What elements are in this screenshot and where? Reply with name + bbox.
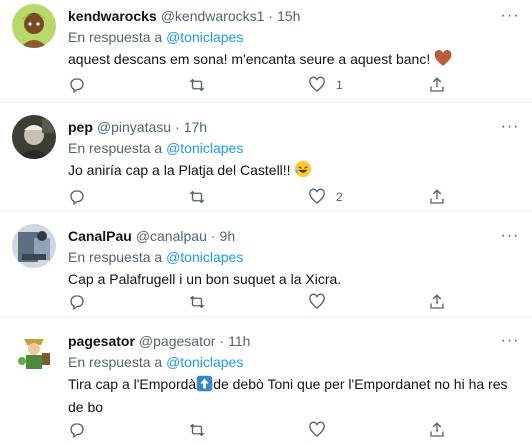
tweet-text-before: Tira cap a l'Empordà	[68, 376, 197, 392]
heart-icon	[309, 293, 325, 309]
tweet-text: Cap a Palafrugell i un bon suquet a la X…	[68, 269, 516, 289]
like-count: 1	[336, 78, 343, 92]
tweet-text: aquest descans em sona! m'encanta seure …	[68, 49, 516, 72]
reply-tweet[interactable]: pagesator @pagesator · 11h ··· En respue…	[0, 317, 532, 444]
timestamp[interactable]: 15h	[277, 7, 300, 25]
timestamp[interactable]: 17h	[184, 118, 207, 136]
separator-dot: ·	[210, 228, 216, 244]
more-options-icon[interactable]: ···	[500, 118, 520, 136]
tweet-text-content: aquest descans em sona! m'encanta seure …	[68, 51, 431, 67]
reply-tweet[interactable]: kendwarocks @kendwarocks1 · 15h ··· En r…	[0, 0, 532, 103]
reply-prefix: En respuesta a	[68, 29, 163, 45]
reply-button[interactable]	[68, 76, 148, 94]
retweet-button[interactable]	[188, 188, 268, 206]
tweet-text-content: Cap a Palafrugell i un bon suquet a la X…	[68, 271, 342, 287]
share-icon	[430, 422, 444, 437]
tweet-actions	[68, 421, 448, 439]
more-options-icon[interactable]: ···	[500, 332, 520, 350]
share-icon	[430, 294, 444, 309]
retweet-icon	[189, 295, 205, 309]
share-icon	[430, 189, 444, 204]
author-name[interactable]: pep	[68, 118, 93, 136]
reply-button[interactable]	[68, 293, 148, 311]
reply-prefix: En respuesta a	[68, 140, 163, 156]
timestamp[interactable]: 11h	[228, 332, 250, 350]
heart-icon	[309, 188, 325, 204]
more-options-icon[interactable]: ···	[500, 7, 520, 25]
separator-dot: ·	[268, 8, 274, 24]
like-count: 2	[336, 190, 343, 204]
tweet-text: Tira cap a l'Empordà de debò Toni que per…	[68, 374, 516, 417]
reply-icon	[70, 295, 84, 311]
share-button[interactable]	[428, 76, 448, 94]
like-button[interactable]: 2	[308, 188, 388, 206]
heart-icon	[309, 76, 325, 92]
share-icon	[430, 77, 444, 92]
more-options-icon[interactable]: ···	[500, 227, 520, 245]
author-handle[interactable]: @pinyatasu	[97, 118, 171, 136]
heart-icon	[309, 421, 325, 437]
author-handle[interactable]: @pagesator	[139, 332, 215, 350]
author-handle[interactable]: @kendwarocks1	[161, 7, 265, 25]
retweet-button[interactable]	[188, 293, 268, 311]
tweet-actions	[68, 293, 448, 311]
reply-icon	[70, 78, 84, 94]
reply-tweet[interactable]: CanalPau @canalpau · 9h ··· En respuesta…	[0, 212, 532, 317]
tweet-text-content: Jo aniría cap a la Platja del Castell!!	[68, 162, 291, 178]
avatar[interactable]	[12, 224, 56, 268]
reply-context: En respuesta a @toniclapes	[68, 139, 516, 157]
up-arrow-icon	[196, 375, 213, 397]
separator-dot: ·	[219, 333, 225, 349]
tweet-text: Jo aniría cap a la Platja del Castell!!	[68, 160, 516, 183]
retweet-icon	[189, 423, 205, 437]
reply-prefix: En respuesta a	[68, 354, 163, 370]
reply-icon	[70, 423, 84, 439]
retweet-button[interactable]	[188, 421, 268, 439]
brown-heart-icon	[434, 49, 452, 72]
tweet-actions: 2	[68, 188, 448, 206]
separator-dot: ·	[175, 119, 180, 135]
author-handle[interactable]: @canalpau	[136, 227, 207, 245]
avatar[interactable]	[12, 115, 56, 159]
mention-link[interactable]: @toniclapes	[166, 354, 243, 370]
rolling-laughing-face-icon	[294, 160, 312, 183]
reply-icon	[70, 190, 84, 206]
author-name[interactable]: kendwarocks	[68, 7, 157, 25]
reply-context: En respuesta a @toniclapes	[68, 248, 516, 266]
mention-link[interactable]: @toniclapes	[166, 249, 243, 265]
like-button[interactable]	[308, 421, 388, 439]
reply-context: En respuesta a @toniclapes	[68, 28, 516, 46]
share-button[interactable]	[428, 421, 448, 439]
mention-link[interactable]: @toniclapes	[166, 29, 243, 45]
like-button[interactable]: 1	[308, 76, 388, 94]
reply-prefix: En respuesta a	[68, 249, 163, 265]
share-button[interactable]	[428, 188, 448, 206]
avatar[interactable]	[12, 329, 56, 373]
retweet-button[interactable]	[188, 76, 268, 94]
like-button[interactable]	[308, 293, 388, 311]
reply-button[interactable]	[68, 421, 148, 439]
tweet-actions: 1	[68, 76, 448, 94]
timestamp[interactable]: 9h	[220, 227, 236, 245]
reply-context: En respuesta a @toniclapes	[68, 353, 516, 371]
reply-tweet[interactable]: pep @pinyatasu · 17h ··· En respuesta a …	[0, 103, 532, 212]
reply-button[interactable]	[68, 188, 148, 206]
share-button[interactable]	[428, 293, 448, 311]
avatar[interactable]	[12, 4, 56, 48]
retweet-icon	[189, 78, 205, 92]
author-name[interactable]: CanalPau	[68, 227, 132, 245]
author-name[interactable]: pagesator	[68, 332, 135, 350]
retweet-icon	[189, 190, 205, 204]
mention-link[interactable]: @toniclapes	[166, 140, 243, 156]
